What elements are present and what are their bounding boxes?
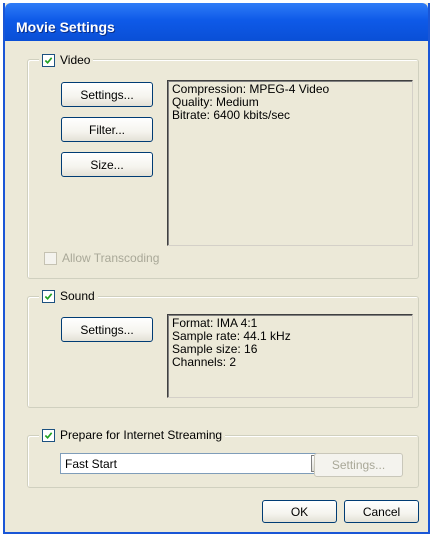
video-checkbox-label: Video [60, 53, 91, 67]
streaming-settings-button[interactable]: Settings... [314, 453, 403, 477]
streaming-checkbox[interactable]: Prepare for Internet Streaming [39, 427, 226, 443]
sound-checkbox-label: Sound [60, 289, 95, 303]
video-filter-button[interactable]: Filter... [61, 117, 153, 142]
streaming-mode-value: Fast Start [65, 456, 118, 471]
cancel-button[interactable]: Cancel [344, 500, 419, 523]
streaming-mode-dropdown[interactable]: Fast Start [60, 453, 330, 474]
checkmark-icon [44, 431, 53, 439]
checkmark-icon [44, 292, 53, 300]
sound-checkbox[interactable]: Sound [39, 288, 98, 304]
video-checkbox[interactable]: Video [39, 52, 94, 68]
video-settings-button[interactable]: Settings... [61, 82, 153, 107]
ok-button[interactable]: OK [262, 500, 337, 523]
video-bitrate-text: Bitrate: 6400 kbits/sec [172, 108, 291, 122]
allow-transcoding-label: Allow Transcoding [62, 251, 160, 265]
sound-channels-text: Channels: 2 [172, 355, 237, 369]
allow-transcoding-checkbox[interactable]: Allow Transcoding [41, 250, 162, 266]
sound-checkbox-box[interactable] [42, 289, 55, 303]
checkmark-icon [44, 56, 53, 64]
sound-settings-button[interactable]: Settings... [61, 317, 153, 342]
video-checkbox-box[interactable] [42, 53, 55, 67]
video-size-button[interactable]: Size... [61, 152, 153, 177]
video-info-box: Compression: MPEG-4 Video Quality: Mediu… [167, 80, 413, 246]
streaming-checkbox-box[interactable] [42, 428, 55, 442]
streaming-checkbox-label: Prepare for Internet Streaming [60, 428, 223, 442]
window-title: Movie Settings [16, 19, 115, 35]
allow-transcoding-checkbox-box[interactable] [44, 251, 57, 265]
movie-settings-dialog: Movie Settings Video Settings... Filter.… [3, 3, 430, 534]
title-bar[interactable]: Movie Settings [5, 3, 428, 41]
sound-info-box: Format: IMA 4:1 Sample rate: 44.1 kHz Sa… [167, 314, 413, 398]
